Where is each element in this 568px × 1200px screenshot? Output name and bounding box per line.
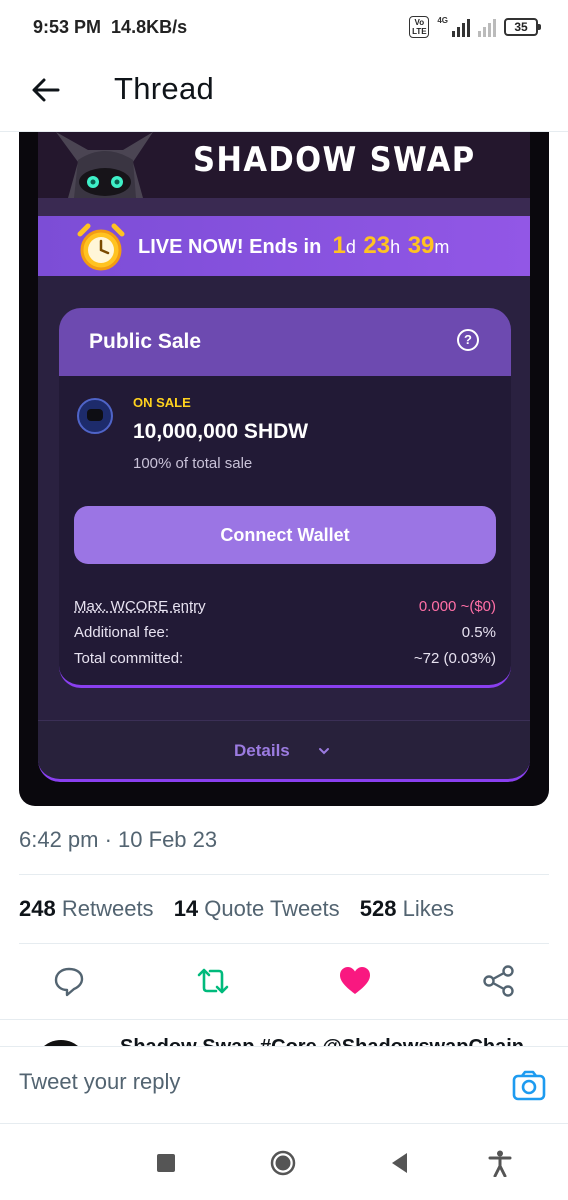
countdown-hours: 23 bbox=[363, 232, 391, 259]
reply-input[interactable] bbox=[19, 1069, 479, 1095]
page-title: Thread bbox=[114, 71, 215, 106]
info-row-fee: Additional fee: 0.5% bbox=[74, 624, 496, 650]
sale-amount: 10,000,000 SHDW bbox=[133, 420, 309, 443]
retweet-icon[interactable] bbox=[196, 964, 230, 998]
sale-title: Public Sale bbox=[89, 330, 202, 353]
banner-title: SHADOW SWAP bbox=[193, 140, 476, 180]
reply-icon[interactable] bbox=[52, 964, 86, 998]
details-bar: Details bbox=[38, 720, 530, 782]
countdown-prefix: LIVE NOW! Ends in bbox=[138, 236, 322, 258]
public-sale-card: Public Sale ? ON SALE 10,000,000 SHDW 10… bbox=[59, 308, 511, 688]
signal-strength-icon bbox=[452, 17, 470, 37]
sale-card-header: Public Sale ? bbox=[59, 308, 511, 376]
sale-share: 100% of total sale bbox=[133, 455, 253, 472]
next-tweet-author: Shadow Swap #Core @ShadowswapChain bbox=[120, 1036, 524, 1046]
sale-info-rows: Max. WCORE entry 0.000 ~($0) Additional … bbox=[74, 598, 496, 676]
status-time: 9:53 PM bbox=[33, 17, 102, 37]
countdown-hours-unit: h bbox=[390, 237, 401, 257]
mascot-icon bbox=[56, 132, 153, 198]
quotes-stat[interactable]: 14 Quote Tweets bbox=[174, 896, 340, 921]
shadow-swap-screenshot: SHADOW SWAP LIVE NOW! Ends in 1d 23h 39m… bbox=[38, 132, 530, 782]
info-row-committed: Total committed: ~72 (0.03%) bbox=[74, 650, 496, 676]
tweet-media-image[interactable]: SHADOW SWAP LIVE NOW! Ends in 1d 23h 39m… bbox=[19, 132, 549, 806]
info-label: Total committed: bbox=[74, 650, 184, 667]
divider bbox=[19, 874, 549, 875]
countdown-minutes: 39 bbox=[407, 232, 435, 259]
token-avatar bbox=[77, 398, 113, 434]
live-countdown-bar: LIVE NOW! Ends in 1d 23h 39m bbox=[38, 216, 530, 276]
retweets-stat[interactable]: 248 Retweets bbox=[19, 896, 154, 921]
alarm-clock-icon bbox=[77, 223, 125, 271]
banner-strip bbox=[38, 198, 530, 216]
tweet-actions bbox=[0, 960, 568, 1006]
next-tweet-peek[interactable]: Shadow Swap #Core @ShadowswapChain bbox=[0, 1020, 568, 1046]
info-label: Additional fee: bbox=[74, 624, 170, 641]
connect-wallet-button: Connect Wallet bbox=[74, 506, 496, 564]
details-label: Details bbox=[234, 741, 290, 760]
app-header: Thread bbox=[0, 56, 568, 132]
info-value: 0.000 ~($0) bbox=[418, 598, 496, 615]
countdown-minutes-unit: m bbox=[434, 237, 450, 257]
status-bar: 9:53 PM 14.8KB/s Vo LTE 4G 35 bbox=[0, 0, 568, 56]
retweets-label: Retweets bbox=[61, 896, 154, 921]
info-value: ~72 (0.03%) bbox=[413, 650, 496, 667]
banner: SHADOW SWAP bbox=[38, 132, 530, 216]
home-icon[interactable] bbox=[269, 1149, 297, 1177]
status-time-and-speed: 9:53 PM 14.8KB/s bbox=[33, 17, 187, 38]
likes-stat[interactable]: 528 Likes bbox=[360, 896, 454, 921]
sale-status-badge: ON SALE bbox=[133, 395, 191, 410]
reply-bar bbox=[0, 1046, 568, 1124]
chevron-down-icon bbox=[319, 748, 329, 755]
arrow-left-icon[interactable] bbox=[28, 72, 64, 108]
retweets-count: 248 bbox=[19, 896, 56, 921]
system-nav-bar bbox=[0, 1125, 568, 1200]
signal-strength-secondary-icon bbox=[478, 17, 496, 37]
battery-icon: 35 bbox=[504, 18, 541, 36]
tweet-stats: 248 Retweets 14 Quote Tweets 528 Likes bbox=[19, 896, 454, 922]
status-speed: 14.8KB/s bbox=[111, 17, 188, 37]
likes-count: 528 bbox=[359, 896, 397, 921]
countdown-days-unit: d bbox=[345, 237, 356, 257]
volte-icon: Vo LTE bbox=[409, 16, 430, 38]
quotes-count: 14 bbox=[173, 896, 199, 921]
quotes-label: Quote Tweets bbox=[204, 896, 340, 921]
camera-icon[interactable] bbox=[512, 1069, 546, 1103]
like-icon[interactable] bbox=[338, 964, 372, 998]
tweet-timestamp[interactable]: 6:42 pm · 10 Feb 23 bbox=[19, 827, 217, 853]
countdown-days: 1 bbox=[332, 232, 346, 259]
network-type: 4G bbox=[437, 16, 448, 25]
status-icons: Vo LTE 4G 35 bbox=[409, 16, 541, 38]
info-row-max-entry: Max. WCORE entry 0.000 ~($0) bbox=[74, 598, 496, 624]
info-label: Max. WCORE entry bbox=[74, 598, 206, 615]
divider bbox=[19, 943, 549, 944]
info-value: 0.5% bbox=[461, 624, 496, 641]
share-icon[interactable] bbox=[482, 964, 516, 998]
question-circle-icon: ? bbox=[457, 329, 479, 351]
back-icon[interactable] bbox=[386, 1149, 414, 1177]
countdown-text: LIVE NOW! Ends in 1d 23h 39m bbox=[138, 232, 451, 260]
recents-icon[interactable] bbox=[152, 1149, 180, 1177]
accessibility-icon[interactable] bbox=[486, 1149, 514, 1177]
likes-label: Likes bbox=[402, 896, 454, 921]
